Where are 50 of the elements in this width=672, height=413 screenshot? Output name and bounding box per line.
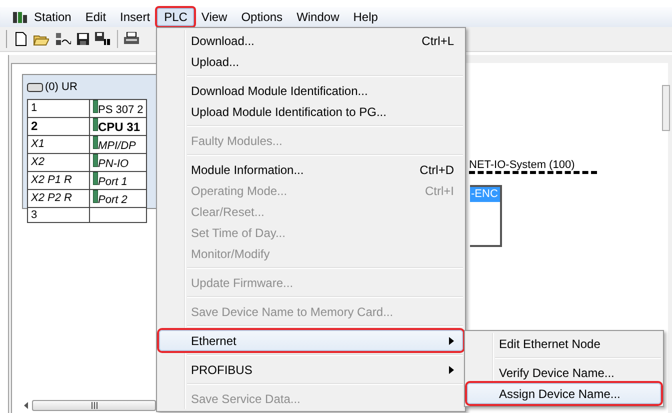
menu-bar-item[interactable]: Station (27, 8, 78, 26)
slot-cell: X1 (28, 136, 90, 154)
menu-item[interactable]: Ethernet (159, 330, 463, 351)
module-name: Port 2 (98, 194, 128, 206)
slot-cell: 2 (28, 118, 90, 136)
module-icon (93, 118, 98, 131)
module-name: Port 1 (98, 176, 128, 188)
network-label: NET-IO-System (100) (469, 159, 597, 174)
menu-bar-item[interactable]: Edit (78, 8, 114, 26)
menu-item[interactable]: PROFIBUS (159, 359, 463, 380)
module-icon (93, 154, 98, 167)
menu-bar-item[interactable]: View (194, 8, 234, 26)
rail-icon (27, 82, 43, 92)
menu-bar-item[interactable]: Window (290, 8, 346, 26)
module-name: MPI/DP (98, 140, 136, 152)
menu-item[interactable]: Upload Module Identification to PG... (159, 101, 463, 122)
module-icon (93, 100, 98, 113)
app-logo-icon (13, 10, 27, 24)
new-file-icon[interactable] (15, 32, 27, 46)
menu-item[interactable]: Assign Device Name... (467, 383, 661, 404)
save-icon[interactable] (77, 33, 89, 45)
scroll-left-icon[interactable] (24, 402, 28, 408)
module-icon (93, 190, 98, 203)
module-name: PN-IO (98, 158, 129, 170)
slot-cell: 1 (28, 100, 90, 118)
menu-bar-item[interactable]: Options (234, 8, 290, 26)
module-icon (93, 172, 98, 185)
module-icon (93, 136, 98, 149)
slot-cell: X2 P1 R (28, 172, 90, 190)
grip-icon (90, 402, 98, 408)
module-name: PS 307 2 (98, 104, 144, 116)
scroll-bar[interactable] (24, 399, 156, 411)
compile-icon[interactable] (95, 32, 111, 46)
rack-title: (0) UR (45, 81, 78, 93)
slot-cell: X2 P2 R (28, 190, 90, 208)
device-title: -ENC (470, 187, 500, 202)
menu-item[interactable]: Upload... (159, 51, 463, 72)
module-name: CPU 31 (98, 120, 140, 134)
slot-cell: 3 (28, 208, 90, 222)
menu-item[interactable]: Download Module Identification... (159, 80, 463, 101)
slot-cell: X2 (28, 154, 90, 172)
menu-bar-item[interactable]: Insert (113, 8, 158, 26)
menu-item[interactable]: Edit Ethernet Node (467, 333, 661, 354)
menu-bar-item[interactable]: Help (346, 8, 385, 26)
open-folder-icon[interactable] (33, 32, 49, 46)
print-icon[interactable] (124, 32, 139, 46)
menu-item[interactable]: Module Information... Ctrl+D (159, 159, 463, 180)
menu-item[interactable]: Verify Device Name... (467, 362, 661, 383)
menu-bar-item[interactable]: PLC (157, 8, 194, 26)
network-icon[interactable] (55, 32, 71, 46)
